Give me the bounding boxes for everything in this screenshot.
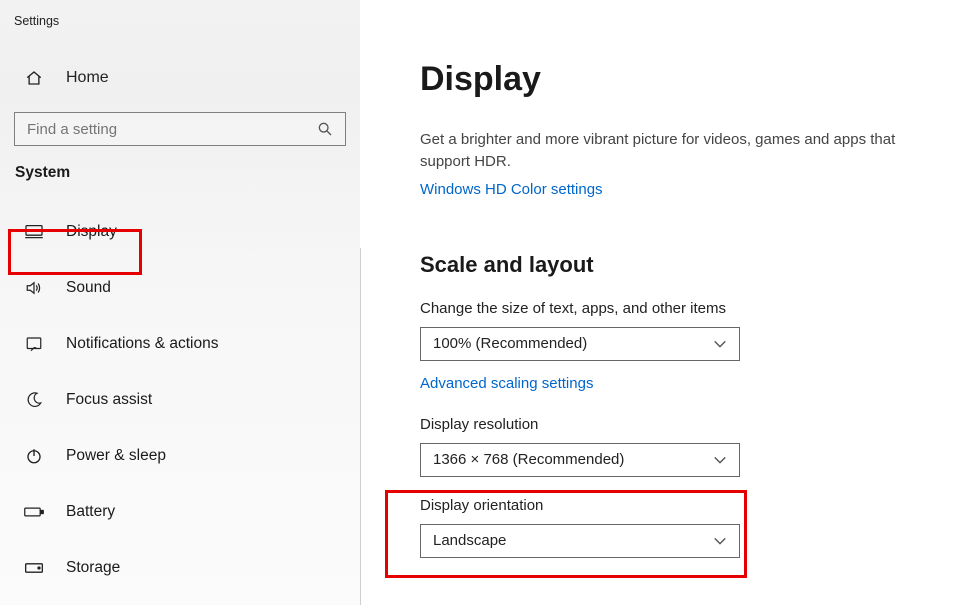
sidebar: Settings Home System Display [0, 0, 360, 605]
orientation-label: Display orientation [420, 497, 975, 514]
nav-label: Storage [66, 559, 120, 577]
nav-display[interactable]: Display [0, 204, 360, 260]
home-icon [24, 69, 44, 87]
nav-label: Battery [66, 503, 115, 521]
orientation-combobox[interactable]: Landscape [420, 524, 740, 558]
scale-value: 100% (Recommended) [433, 335, 587, 352]
power-icon [24, 447, 44, 465]
search-icon [317, 121, 333, 137]
hdr-settings-link[interactable]: Windows HD Color settings [420, 181, 975, 198]
nav-label: Power & sleep [66, 447, 166, 465]
home-button[interactable]: Home [0, 50, 360, 106]
nav-list: Display Sound Notifications & actions Fo… [0, 204, 360, 596]
scale-combobox[interactable]: 100% (Recommended) [420, 327, 740, 361]
nav-label: Focus assist [66, 391, 152, 409]
page-title: Display [420, 60, 975, 99]
nav-label: Display [66, 223, 117, 241]
chevron-down-icon [713, 339, 727, 349]
nav-label: Sound [66, 279, 111, 297]
resolution-label: Display resolution [420, 416, 975, 433]
monitor-icon [24, 224, 44, 240]
search-input[interactable] [27, 121, 287, 138]
scale-label: Change the size of text, apps, and other… [420, 300, 975, 317]
hdr-description: Get a brighter and more vibrant picture … [420, 129, 920, 173]
chevron-down-icon [713, 455, 727, 465]
nav-sound[interactable]: Sound [0, 260, 360, 316]
nav-power-sleep[interactable]: Power & sleep [0, 428, 360, 484]
notification-icon [24, 335, 44, 353]
chevron-down-icon [713, 536, 727, 546]
resolution-combobox[interactable]: 1366 × 768 (Recommended) [420, 443, 740, 477]
main-content: Display Get a brighter and more vibrant … [360, 0, 975, 605]
category-header: System [0, 164, 360, 196]
scale-section-title: Scale and layout [420, 252, 975, 278]
storage-icon [24, 561, 44, 575]
nav-label: Notifications & actions [66, 335, 219, 353]
nav-focus-assist[interactable]: Focus assist [0, 372, 360, 428]
nav-storage[interactable]: Storage [0, 540, 360, 596]
nav-notifications[interactable]: Notifications & actions [0, 316, 360, 372]
resolution-value: 1366 × 768 (Recommended) [433, 451, 624, 468]
home-label: Home [66, 69, 109, 87]
sound-icon [24, 279, 44, 297]
orientation-value: Landscape [433, 532, 506, 549]
advanced-scaling-link[interactable]: Advanced scaling settings [420, 375, 975, 392]
nav-battery[interactable]: Battery [0, 484, 360, 540]
moon-icon [24, 391, 44, 409]
search-box[interactable] [14, 112, 346, 146]
app-title: Settings [0, 8, 360, 50]
battery-icon [24, 505, 44, 519]
